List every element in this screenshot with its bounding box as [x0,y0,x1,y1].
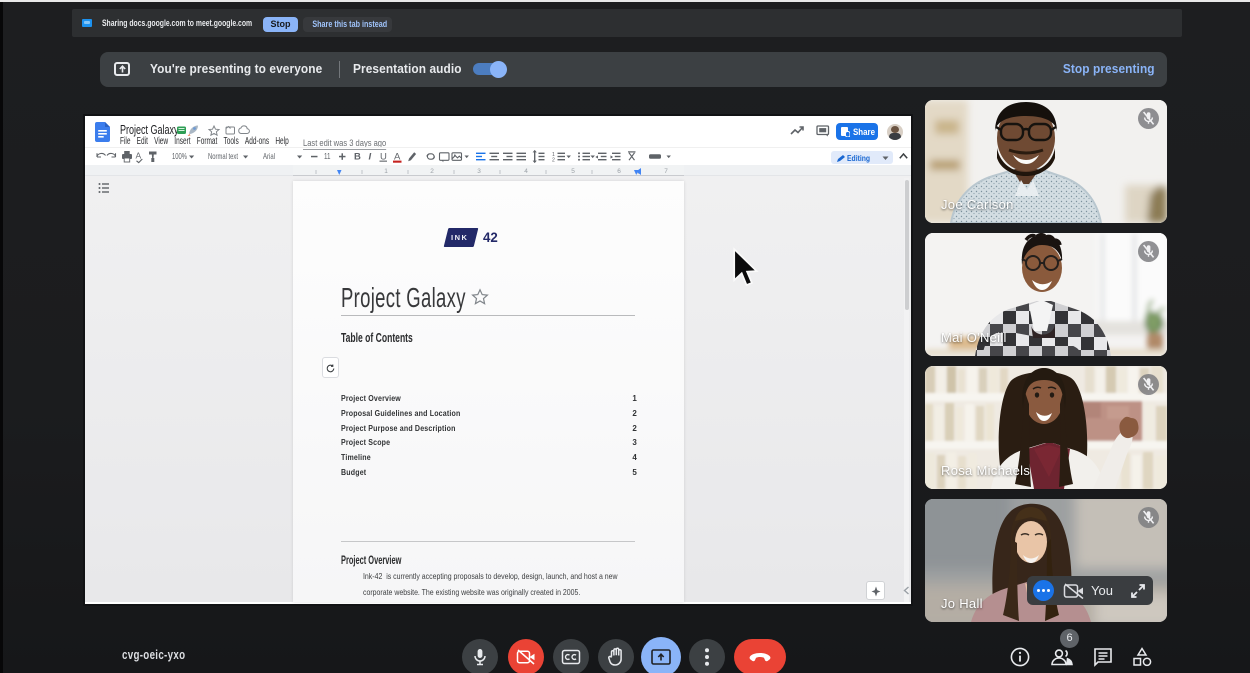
svg-text:100%: 100% [172,151,187,161]
svg-text:2: 2 [552,158,555,164]
svg-text:3: 3 [477,168,481,175]
svg-text:4: 4 [524,168,528,175]
svg-text:Normal text: Normal text [208,151,238,161]
svg-text:Arial: Arial [263,151,275,161]
svg-text:1: 1 [384,168,388,175]
svg-text:B: B [354,152,361,163]
svg-text:7: 7 [664,168,668,175]
svg-text:6: 6 [617,168,621,175]
svg-text:2: 2 [430,168,434,175]
svg-text:11: 11 [324,151,331,161]
svg-text:I: I [369,152,372,163]
svg-text:A: A [136,151,142,161]
svg-text:5: 5 [571,168,575,175]
